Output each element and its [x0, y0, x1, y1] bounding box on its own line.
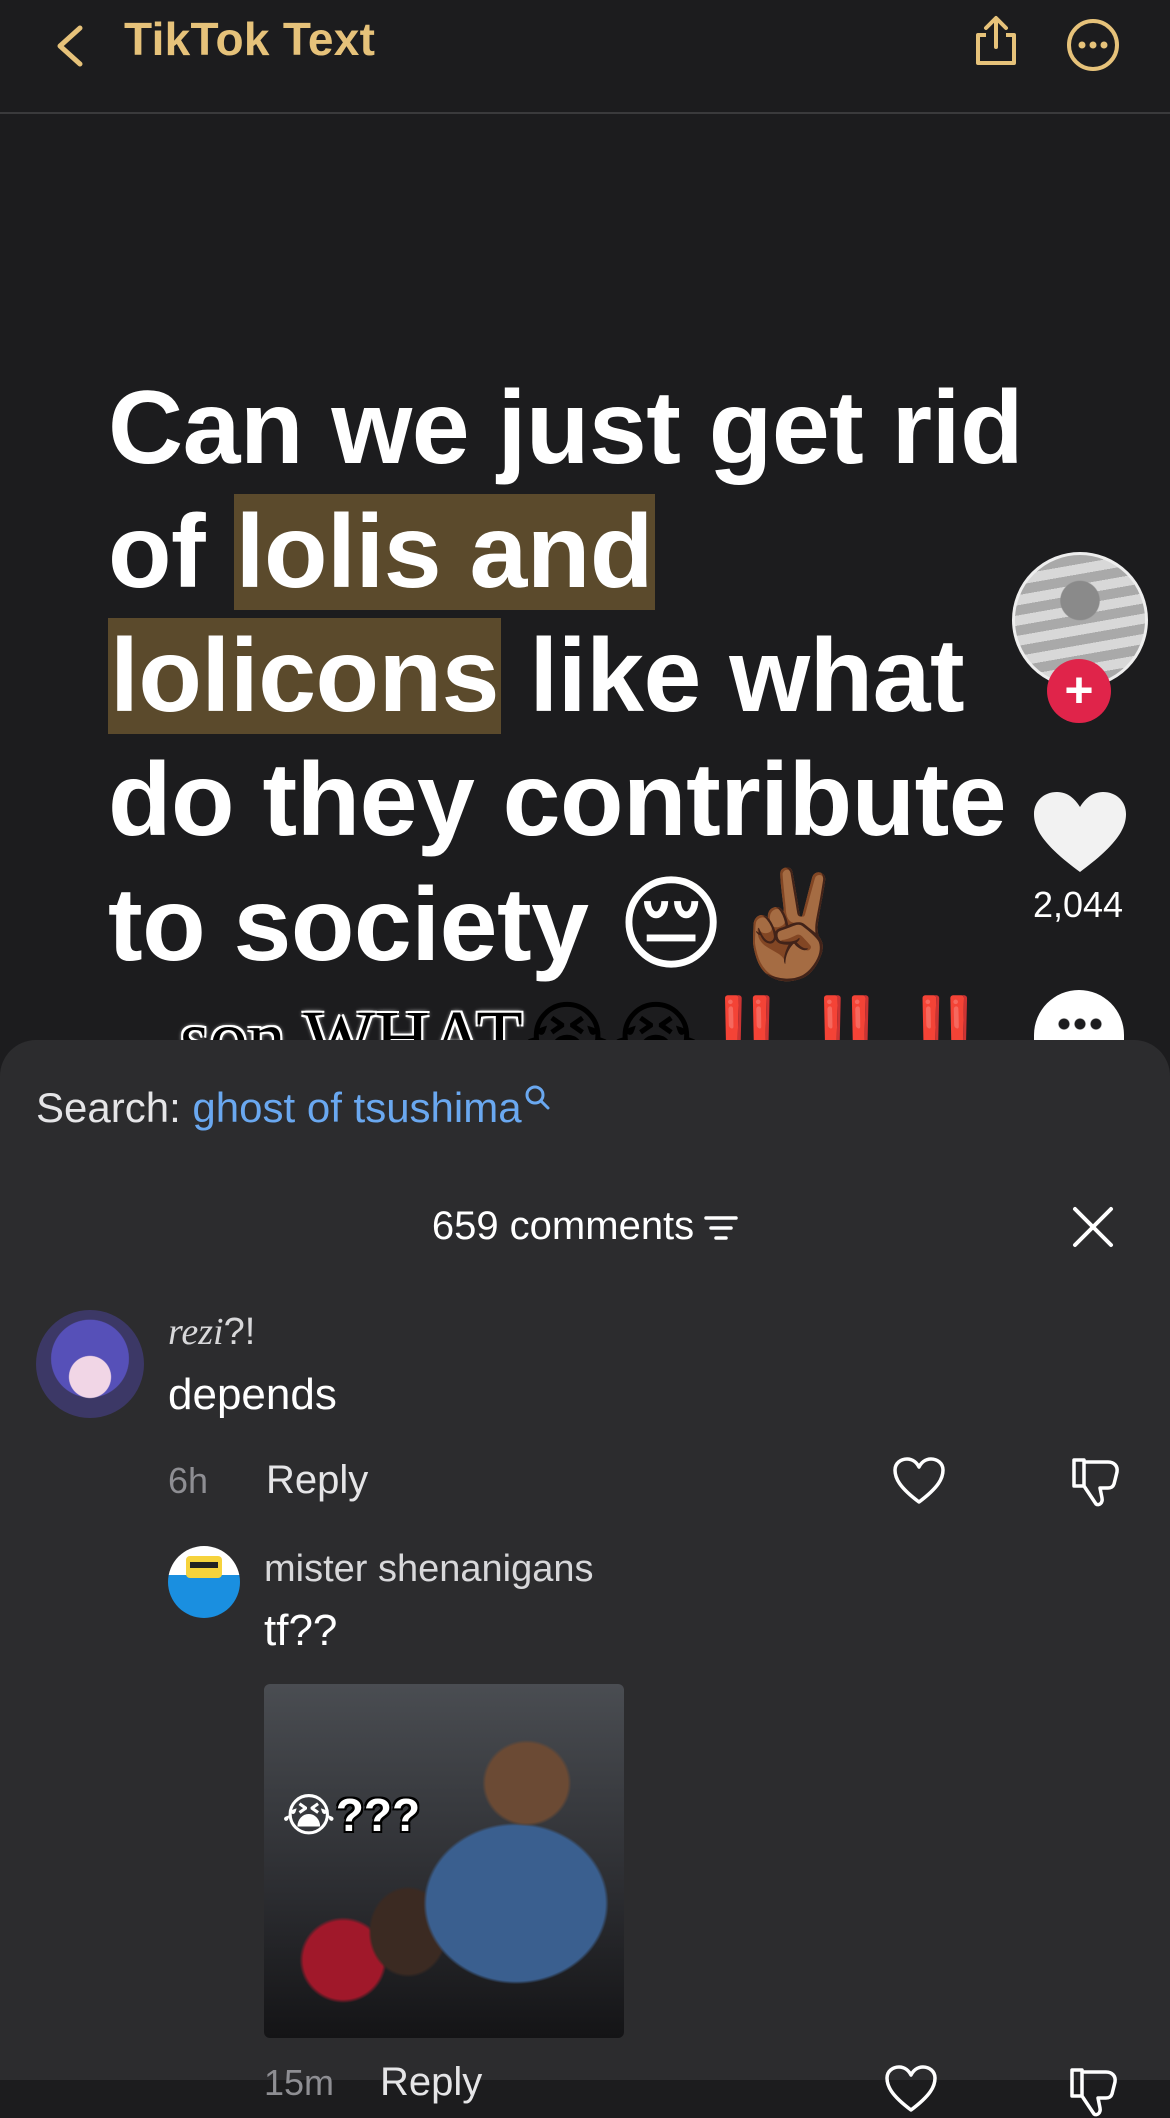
app-title: TikTok Text [124, 13, 376, 65]
search-suggestion[interactable]: Search: ghost of tsushima [36, 1084, 550, 1132]
comment-timestamp: 6h [168, 1460, 209, 1501]
thumbs-down-icon[interactable] [1068, 2064, 1122, 2118]
comment-username[interactable]: rezi?! [168, 1310, 255, 1354]
thumbs-down-icon[interactable] [1070, 1454, 1124, 1508]
close-icon[interactable] [1072, 1206, 1114, 1248]
reply-image-caption-text: ??? [335, 1789, 421, 1841]
comment-username-suffix: ?! [223, 1311, 256, 1353]
avatar[interactable] [168, 1546, 240, 1618]
post-text: Can we just get rid of lolis and lolicons… [108, 366, 1118, 987]
like-count: 2,044 [1032, 884, 1124, 925]
reply-image-caption: 😭??? [282, 1788, 420, 1842]
reply-timestamp: 15m [264, 2062, 335, 2103]
comment-count: 659 comments [0, 1204, 1170, 1249]
comment-username-script: rezi [168, 1311, 224, 1353]
more-icon[interactable] [1066, 18, 1120, 72]
reply-image-emoji: 😭 [282, 1788, 336, 1842]
comments-sheet: Search: ghost of tsushima 659 comments r… [0, 1040, 1170, 2117]
follow-button[interactable]: + [1047, 659, 1111, 723]
comment-text: depends [168, 1370, 337, 1419]
reply-button[interactable]: Reply [380, 2060, 482, 2105]
post-emojis: 😔✌🏾 [616, 863, 854, 985]
chevron-left-icon[interactable] [50, 22, 90, 70]
dots-icon [1056, 1018, 1102, 1030]
reply-text: tf?? [264, 1606, 338, 1655]
heart-icon[interactable] [1032, 790, 1128, 876]
search-label: Search: [36, 1084, 181, 1131]
heart-outline-icon[interactable] [892, 1456, 946, 1506]
reply-button[interactable]: Reply [266, 1458, 368, 1503]
sort-icon[interactable] [704, 1213, 738, 1243]
top-bar: TikTok Text [0, 0, 1170, 114]
comment-count-label: 659 comments [431, 1204, 695, 1248]
post-highlight-1: lolis and [233, 494, 655, 610]
post-highlight-2: lolicons [108, 618, 501, 734]
search-term[interactable]: ghost of tsushima [192, 1084, 521, 1131]
heart-outline-icon[interactable] [884, 2064, 938, 2114]
reply-image[interactable]: 😭??? [264, 1684, 624, 2038]
share-icon[interactable] [970, 15, 1022, 67]
reply-username[interactable]: mister shenanigans [264, 1548, 594, 1591]
search-icon [525, 1085, 550, 1110]
avatar[interactable] [36, 1310, 144, 1418]
